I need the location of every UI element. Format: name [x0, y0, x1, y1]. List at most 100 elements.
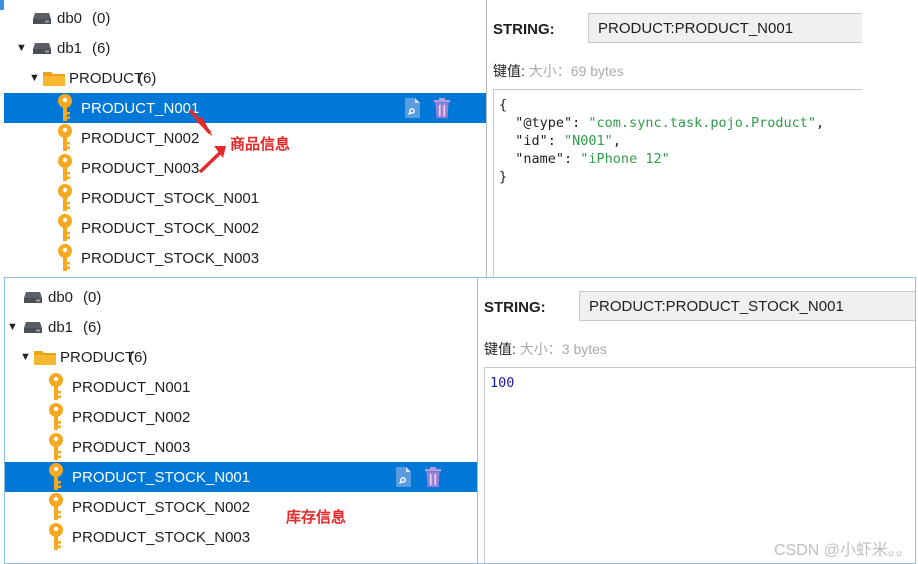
key-icon — [57, 214, 73, 242]
json-token: "id" — [499, 133, 548, 149]
tree-folder-product[interactable]: ▼ PRODUCT (6) — [5, 342, 477, 372]
value-header: 键值: 大小：3 bytes — [484, 339, 607, 359]
expand-arrow-icon[interactable]: ▼ — [16, 42, 27, 54]
key-label: PRODUCT_STOCK_N001 — [81, 189, 260, 207]
key-icon — [57, 184, 73, 212]
json-token: "N001" — [564, 133, 613, 149]
expand-arrow-icon[interactable]: ▼ — [29, 72, 40, 84]
tree-key-row[interactable]: PRODUCT_STOCK_N002 — [5, 492, 477, 522]
key-label: PRODUCT_STOCK_N003 — [81, 249, 260, 267]
tree-key-row[interactable]: PRODUCT_N003 — [5, 432, 477, 462]
json-line: "@type": "com.sync.task.pojo.Product", — [499, 114, 862, 132]
folder-count: (6) — [138, 69, 157, 87]
tree-key-row[interactable]: PRODUCT_N002 — [5, 402, 477, 432]
folder-icon — [33, 348, 57, 366]
key-label: PRODUCT_N002 — [81, 129, 200, 147]
key-label: PRODUCT_STOCK_N001 — [72, 468, 251, 486]
json-token: "@type" — [499, 115, 573, 131]
folder-label: PRODUCT — [60, 348, 135, 366]
db-label: db0 — [48, 288, 74, 306]
json-line: "id": "N001", — [499, 132, 862, 150]
top-window: db0 (0) ▼ db1 (6) ▼ PRODUCT (6) PRODUCT_… — [0, 0, 862, 278]
json-token: : — [564, 151, 581, 167]
tree-key-row[interactable]: PRODUCT_STOCK_N001 — [4, 183, 486, 213]
db-count: (0) — [83, 288, 102, 306]
json-token: , — [816, 115, 825, 131]
tree-key-row[interactable]: PRODUCT_STOCK_N001 — [5, 462, 477, 492]
value-header: 键值: 大小：69 bytes — [493, 61, 624, 81]
type-label: STRING: — [484, 299, 546, 316]
db-label: db0 — [57, 9, 83, 27]
key-icon — [48, 463, 64, 491]
value-detail-panel: STRING: PRODUCT:PRODUCT_STOCK_N001 键值: 大… — [478, 278, 915, 563]
value-label: 键值: — [493, 63, 525, 79]
db-count: (6) — [83, 318, 102, 336]
tree-db0[interactable]: db0 (0) — [4, 3, 486, 33]
database-icon — [32, 42, 52, 55]
folder-icon — [42, 69, 66, 87]
key-icon — [48, 433, 64, 461]
db-count: (0) — [92, 9, 111, 27]
key-icon — [57, 244, 73, 272]
json-token: , — [612, 133, 621, 149]
expand-arrow-icon[interactable]: ▼ — [20, 351, 31, 363]
trash-icon[interactable] — [423, 466, 443, 488]
key-icon — [57, 94, 73, 122]
tree-key-row[interactable]: PRODUCT_STOCK_N002 — [4, 213, 486, 243]
tree-key-row[interactable]: PRODUCT_N001 — [4, 93, 486, 123]
key-name-field[interactable]: PRODUCT:PRODUCT_STOCK_N001 — [579, 291, 915, 321]
key-label: PRODUCT_STOCK_N002 — [81, 219, 260, 237]
key-icon — [48, 523, 64, 551]
watermark: CSDN @小虾米。。 — [773, 542, 912, 559]
db-label: db1 — [48, 318, 74, 336]
value-detail-panel: STRING: PRODUCT:PRODUCT_N001 键值: 大小：69 b… — [487, 0, 862, 278]
value-text: 100 — [490, 375, 515, 391]
copy-document-icon[interactable] — [393, 466, 413, 488]
folder-count: (6) — [129, 348, 148, 366]
json-token: : — [572, 115, 589, 131]
key-label: PRODUCT_N001 — [81, 99, 200, 117]
key-label: PRODUCT_STOCK_N003 — [72, 528, 251, 546]
bottom-window: db0 (0) ▼ db1 (6) ▼ PRODUCT (6) PRODUCT_… — [4, 277, 916, 564]
key-icon — [57, 124, 73, 152]
tree-db0[interactable]: db0 (0) — [5, 282, 477, 312]
json-line: "name": "iPhone 12" — [499, 150, 862, 168]
key-icon — [48, 493, 64, 521]
key-label: PRODUCT_N002 — [72, 408, 191, 426]
database-icon — [23, 291, 43, 304]
tree-key-row[interactable]: PRODUCT_STOCK_N003 — [5, 522, 477, 552]
copy-document-icon[interactable] — [402, 97, 422, 119]
value-editor[interactable]: 100 — [484, 367, 915, 563]
db-label: db1 — [57, 39, 83, 57]
trash-icon[interactable] — [432, 97, 452, 119]
key-name-field[interactable]: PRODUCT:PRODUCT_N001 — [588, 13, 862, 43]
key-icon — [48, 403, 64, 431]
tree-key-row[interactable]: PRODUCT_STOCK_N003 — [4, 243, 486, 273]
tree-key-row[interactable]: PRODUCT_N003 — [4, 153, 486, 183]
value-label: 键值: — [484, 341, 516, 357]
value-editor[interactable]: { "@type": "com.sync.task.pojo.Product",… — [493, 89, 862, 278]
type-label: STRING: — [493, 21, 555, 38]
annotation-stock-info: 库存信息 — [286, 509, 347, 526]
folder-label: PRODUCT — [69, 69, 144, 87]
expand-arrow-icon[interactable]: ▼ — [7, 321, 18, 333]
size-label: 大小：69 bytes — [528, 63, 624, 79]
size-label: 大小：3 bytes — [519, 341, 607, 357]
tree-db1[interactable]: ▼ db1 (6) — [4, 33, 486, 63]
db-count: (6) — [92, 39, 111, 57]
json-line: } — [499, 168, 862, 186]
key-label: PRODUCT_N001 — [72, 378, 191, 396]
json-line: { — [499, 96, 862, 114]
database-icon — [32, 12, 52, 25]
json-token: "name" — [499, 151, 565, 167]
json-token: "iPhone 12" — [580, 151, 670, 167]
key-label: PRODUCT_N003 — [72, 438, 191, 456]
annotation-product-info: 商品信息 — [230, 136, 291, 153]
key-label: PRODUCT_STOCK_N002 — [72, 498, 251, 516]
tree-folder-product[interactable]: ▼ PRODUCT (6) — [4, 63, 486, 93]
json-token: } — [499, 169, 508, 185]
json-token: { — [499, 97, 508, 113]
key-icon — [57, 154, 73, 182]
tree-key-row[interactable]: PRODUCT_N001 — [5, 372, 477, 402]
tree-db1[interactable]: ▼ db1 (6) — [5, 312, 477, 342]
